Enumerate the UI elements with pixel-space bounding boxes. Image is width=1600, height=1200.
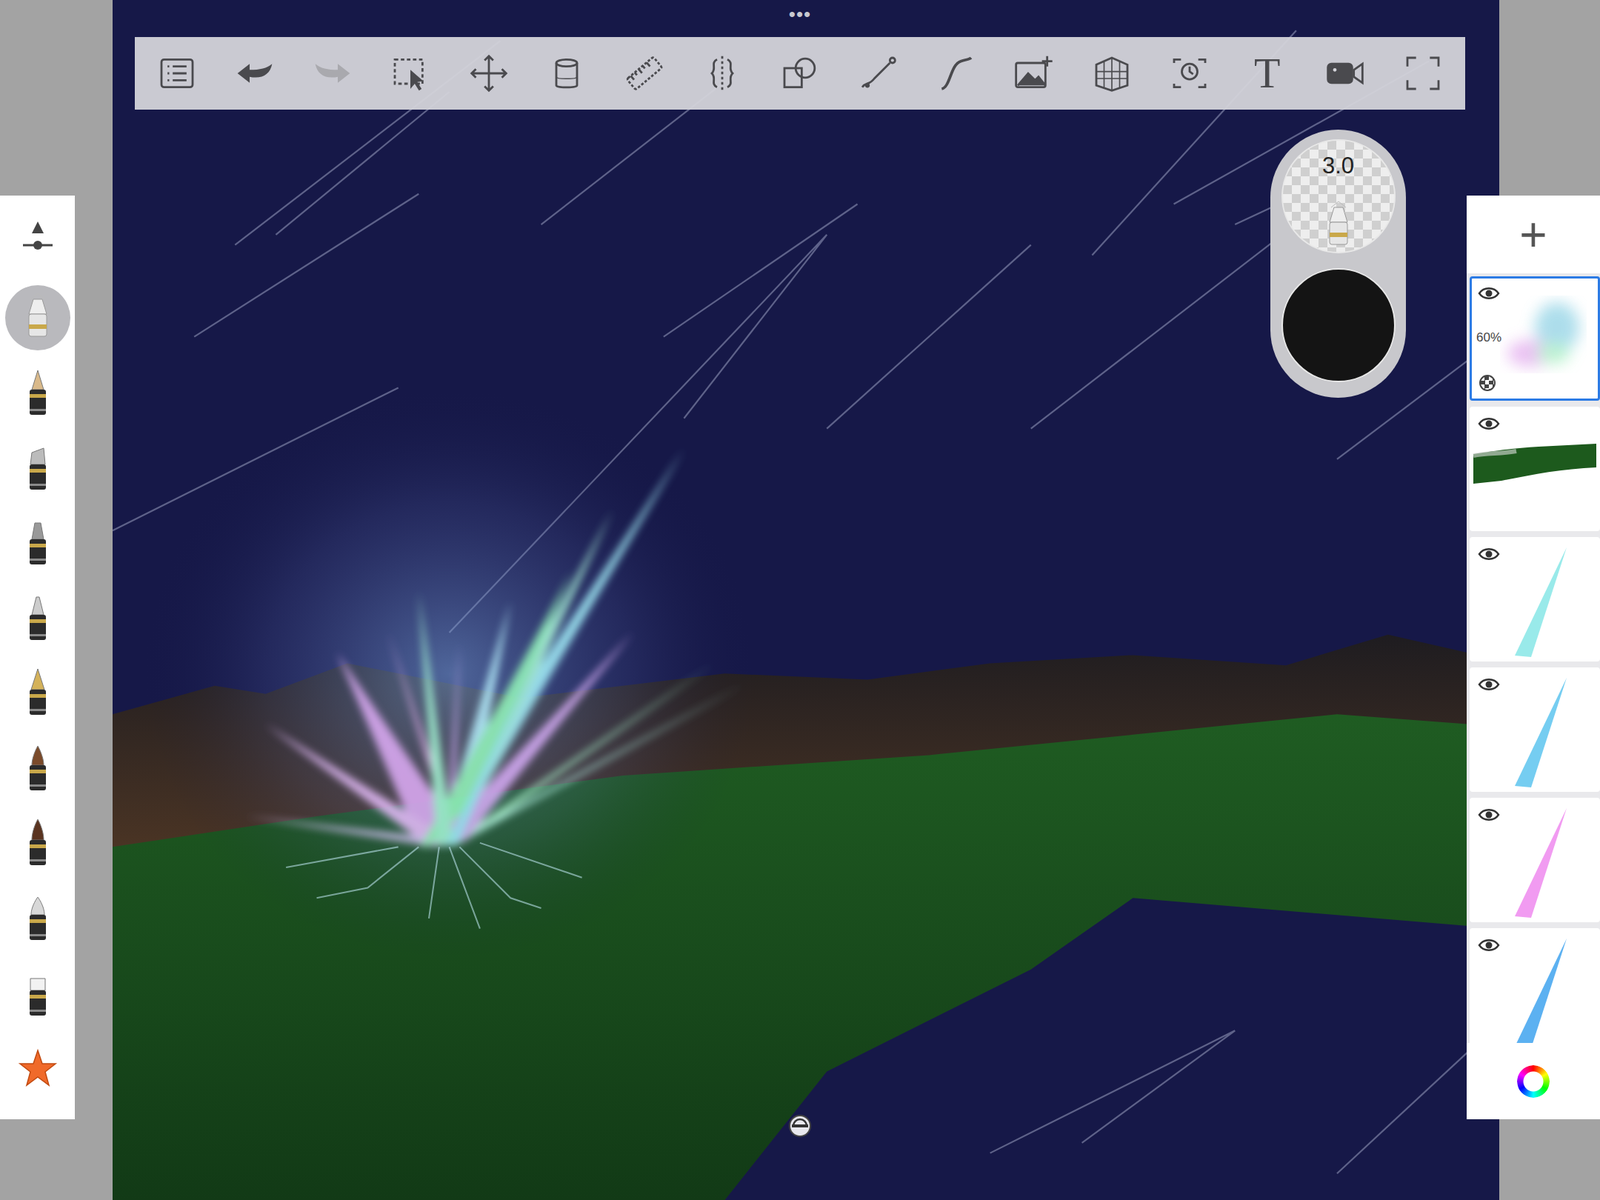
undo-button[interactable] [230,48,280,98]
brush-button[interactable] [5,210,71,276]
brush-button[interactable] [5,811,71,877]
technical-icon [15,592,60,645]
brush-size[interactable]: 3.0 [1281,139,1396,254]
ruler-button[interactable] [620,48,669,98]
fullscreen-button[interactable] [1398,48,1448,98]
stroke-icon [934,52,977,95]
brush-button[interactable] [5,285,71,351]
layer-panel: +60% [1466,195,1600,1120]
brush-button[interactable] [5,585,71,652]
bucket-button[interactable] [542,48,592,98]
toolbar: T [134,37,1466,110]
layer-item[interactable] [1469,797,1600,923]
symmetry-icon [701,52,743,95]
ruler-icon [623,52,666,95]
perspective-button[interactable] [1087,48,1137,98]
layer-thumbnail [1471,669,1598,790]
layer-item[interactable] [1469,928,1600,1043]
redo-icon [311,52,354,95]
inkpen-icon [15,517,60,569]
stroke-button[interactable] [931,48,980,98]
perspective-icon [1091,52,1133,95]
eye-icon [1477,937,1500,953]
soft-icon [15,892,60,945]
select-button[interactable] [385,48,435,98]
fullscreen-icon [1402,52,1444,95]
list-icon [156,52,198,95]
text-tool-label: T [1254,51,1280,95]
eye-icon [1477,807,1500,823]
pencil-icon [15,367,60,420]
visibility-toggle[interactable] [1477,937,1500,956]
eye-icon [1477,416,1500,432]
brush-button[interactable] [5,360,71,426]
sketch-app: ••• T3.0 +60% [0,0,1600,1200]
timelapse-icon [1168,52,1211,95]
color-button[interactable] [1466,1042,1600,1120]
visibility-toggle[interactable] [1477,416,1500,435]
brush-button[interactable] [5,961,71,1027]
brush-button[interactable] [5,660,71,726]
layer-thumbnail [1471,539,1598,660]
brush-button[interactable] [5,885,71,952]
airbrush-icon [15,291,60,344]
star-icon [15,1042,60,1095]
layer-list: 60% [1466,273,1600,1043]
polyline-button[interactable] [853,48,903,98]
eye-icon [1477,285,1500,301]
paintbrush-icon [15,742,60,795]
layer-opacity: 60% [1476,330,1502,346]
layer-item[interactable]: 60% [1469,276,1600,401]
fountain-icon [15,667,60,720]
blend-mode-icon[interactable] [1479,374,1496,392]
visibility-toggle[interactable] [1477,677,1500,695]
move-icon [468,52,510,95]
brush-button[interactable] [5,1036,71,1102]
image-icon [1012,52,1055,95]
airbrush-icon [1316,200,1361,252]
eraser-icon [15,968,60,1020]
brush-button[interactable] [5,736,71,802]
image-button[interactable] [1008,48,1058,98]
video-icon [1324,52,1366,95]
layer-item[interactable] [1469,406,1600,532]
rotate-icon [787,1113,813,1139]
layer-item[interactable] [1469,667,1600,792]
text-button[interactable]: T [1242,48,1292,98]
eye-icon [1477,677,1500,692]
timelapse-button[interactable] [1165,48,1215,98]
move-button[interactable] [464,48,514,98]
visibility-toggle[interactable] [1477,285,1500,304]
color-wheel-icon [1517,1065,1550,1098]
undo-icon [234,52,276,95]
rotate-handle[interactable] [787,1113,813,1139]
video-button[interactable] [1320,48,1370,98]
brush-button[interactable] [5,510,71,576]
visibility-toggle[interactable] [1477,807,1500,826]
symmetry-button[interactable] [697,48,747,98]
shapes-button[interactable] [775,48,825,98]
visibility-toggle[interactable] [1477,546,1500,565]
eye-icon [1477,546,1500,562]
bucket-icon [545,52,588,95]
more-handle[interactable]: ••• [777,1,823,28]
select-icon [389,52,432,95]
layer-item[interactable] [1469,537,1600,662]
redo-button[interactable] [308,48,358,98]
brush-button[interactable] [5,435,71,501]
slider-icon [15,217,60,269]
shapes-icon [779,52,821,95]
marker-icon [15,442,60,495]
list-button[interactable] [152,48,202,98]
layer-thumbnail [1471,800,1598,920]
brush-puck[interactable]: 3.0 [1270,129,1406,398]
brush-palette [0,195,75,1120]
brush-icon [15,817,60,870]
add-layer-button[interactable]: + [1466,195,1600,274]
brush-color[interactable] [1281,268,1396,383]
layer-thumbnail [1471,408,1598,529]
left-gutter [0,0,113,1200]
polyline-icon [857,52,899,95]
